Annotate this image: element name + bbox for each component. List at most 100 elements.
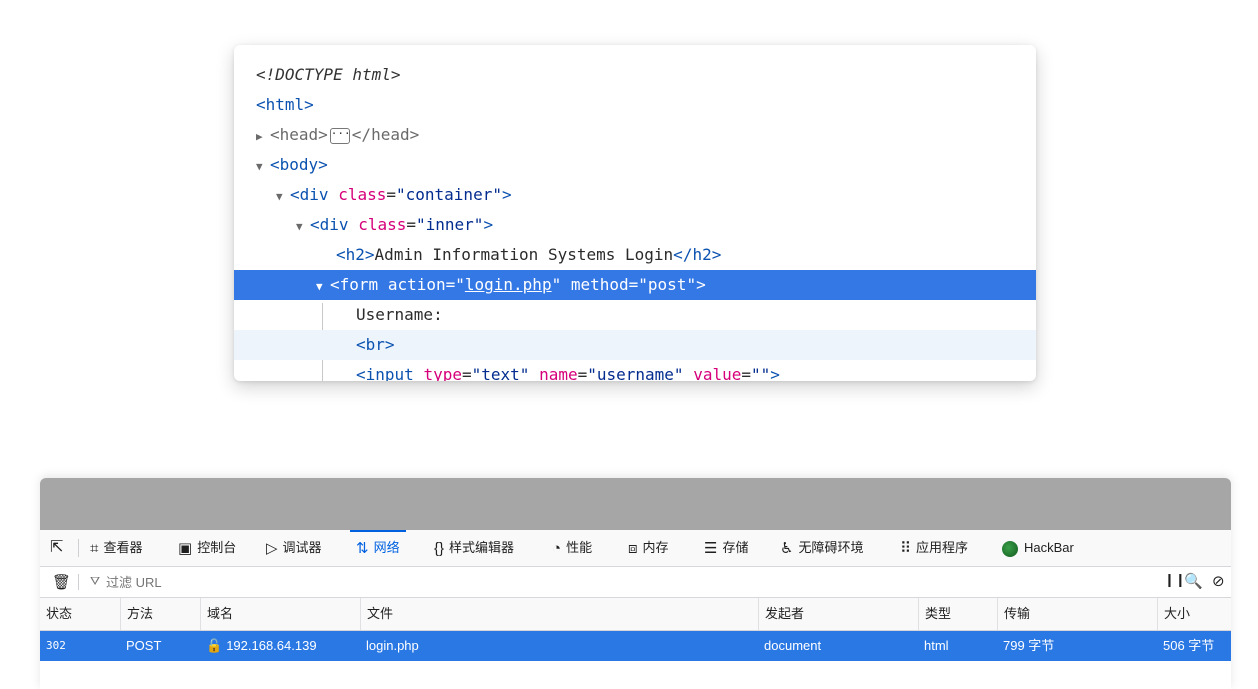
br-node[interactable]: <br> <box>234 330 1036 360</box>
tab-accessibility[interactable]: ♿ 无障碍环境 <box>780 530 863 566</box>
form-open: form <box>339 275 379 294</box>
tab-label: 应用程序 <box>916 540 969 555</box>
column-domain[interactable]: 域名 <box>200 598 360 630</box>
column-size[interactable]: 大小 <box>1157 598 1231 630</box>
attr-name: class <box>358 215 407 234</box>
attr-value: "post" <box>638 275 697 294</box>
attr-name: action <box>387 275 446 294</box>
tab-inspector[interactable]: ⌗ 查看器 <box>90 530 142 566</box>
attr-name: method <box>570 275 629 294</box>
collapse-triangle-icon[interactable]: ▼ <box>276 182 290 212</box>
text-node[interactable]: Username: <box>234 300 1036 330</box>
row-size: 506 字节 <box>1163 638 1215 653</box>
head-open: <head> <box>270 125 328 144</box>
tab-label: HackBar <box>1024 540 1074 555</box>
tab-label: 性能 <box>566 540 593 555</box>
tab-label: 样式编辑器 <box>449 540 515 555</box>
row-initiator: document <box>764 638 822 653</box>
accessibility-icon: ♿ <box>780 539 794 557</box>
body-node[interactable]: ▼ <body> <box>234 150 1036 180</box>
table-row[interactable]: 302 POST 🔓 192.168.64.139 login.php docum… <box>40 631 1231 661</box>
tab-label: 存储 <box>722 540 749 555</box>
hackbar-icon <box>1002 540 1018 557</box>
row-transferred: 799 字节 <box>1003 638 1055 653</box>
tab-performance[interactable]: ◔ 性能 <box>552 530 592 566</box>
input-tag: input <box>365 365 414 381</box>
divider <box>78 539 79 557</box>
html-open: <html> <box>256 95 314 114</box>
memory-icon: ⧈ <box>628 539 638 557</box>
input-node[interactable]: <input type="text" name="username" value… <box>234 360 1036 381</box>
body-open: <body> <box>270 155 328 174</box>
application-icon: ⠿ <box>900 539 911 557</box>
tab-label: 查看器 <box>103 540 143 555</box>
form-action-link[interactable]: login.php <box>465 275 552 294</box>
attr-name: class <box>338 185 387 204</box>
block-icon[interactable]: ⊘ <box>1212 572 1225 590</box>
head-node[interactable]: ▶ <head> ···</head> <box>234 120 1036 150</box>
doctype-node[interactable]: <!DOCTYPE html> <box>234 60 1036 90</box>
debugger-icon: ▷ <box>266 539 278 557</box>
divider <box>78 574 79 590</box>
column-type[interactable]: 类型 <box>918 598 997 630</box>
doctype-text: <!DOCTYPE html> <box>256 65 401 84</box>
row-file: login.php <box>366 638 419 653</box>
trash-icon[interactable]: 🗑 <box>52 573 71 591</box>
tab-storage[interactable]: ☰ 存储 <box>704 530 748 566</box>
tab-label: 调试器 <box>282 540 322 555</box>
attr-value: "username" <box>587 365 684 381</box>
performance-icon: ◔ <box>552 539 562 557</box>
h2-close: /h2 <box>682 245 712 264</box>
row-domain: 192.168.64.139 <box>226 638 317 653</box>
tab-console[interactable]: ▣ 控制台 <box>178 530 236 566</box>
html-node[interactable]: <html> <box>234 90 1036 120</box>
search-icon[interactable]: 🔍 <box>1184 572 1203 590</box>
inspector-icon: ⌗ <box>90 539 99 557</box>
collapse-triangle-icon[interactable]: ▼ <box>316 272 330 302</box>
network-table-header: 状态 方法 域名 文件 发起者 类型 传输 大小 <box>40 598 1231 631</box>
column-status[interactable]: 状态 <box>40 598 120 630</box>
ellipsis-button[interactable]: ··· <box>329 127 351 144</box>
collapse-triangle-icon[interactable]: ▼ <box>296 212 310 242</box>
tab-hackbar[interactable]: HackBar <box>1002 530 1074 566</box>
row-type: html <box>924 638 949 653</box>
tab-label: 网络 <box>373 540 400 555</box>
attr-name: name <box>539 365 578 381</box>
storage-icon: ☰ <box>704 539 718 557</box>
attr-name: type <box>423 365 462 381</box>
style-editor-icon: {} <box>434 539 445 557</box>
h2-node[interactable]: <h2>Admin Information Systems Login</h2> <box>234 240 1036 270</box>
row-status: 302 <box>46 639 66 652</box>
attr-value: "" <box>751 365 771 381</box>
username-text: Username: <box>356 305 443 324</box>
h2-text: Admin Information Systems Login <box>374 245 674 264</box>
tab-label: 无障碍环境 <box>798 540 864 555</box>
div-inner-node[interactable]: ▼ <div class="inner"> <box>234 210 1036 240</box>
pause-icon[interactable]: ❙❙ <box>1164 572 1186 588</box>
form-node-selected[interactable]: ▼ <form action="login.php" method="post"> <box>234 270 1036 300</box>
filter-url-input[interactable] <box>88 572 406 592</box>
column-file[interactable]: 文件 <box>360 598 758 630</box>
element-picker-icon[interactable]: ⇱ <box>50 538 70 558</box>
page-area-placeholder <box>40 478 1231 530</box>
column-transferred[interactable]: 传输 <box>997 598 1157 630</box>
expand-triangle-icon[interactable]: ▶ <box>256 122 270 152</box>
div-container-node[interactable]: ▼ <div class="container"> <box>234 180 1036 210</box>
head-close: </head> <box>351 125 420 144</box>
tab-style-editor[interactable]: {} 样式编辑器 <box>434 530 514 566</box>
attr-value: "text" <box>471 365 530 381</box>
tab-network[interactable]: ⇅ 网络 <box>350 530 406 566</box>
tab-application[interactable]: ⠿ 应用程序 <box>900 530 968 566</box>
devtools-tabbar: ⇱ ⌗ 查看器 ▣ 控制台 ▷ 调试器 ⇅ 网络 {} 样式编辑器 ◔ 性能 ⧈ 内存 ☰ 存储… <box>40 530 1231 567</box>
tab-label: 内存 <box>642 540 669 555</box>
network-filter-bar: 🗑 ⛛ ❙❙ 🔍 ⊘ <box>40 567 1231 598</box>
tab-debugger[interactable]: ▷ 调试器 <box>266 530 322 566</box>
console-icon: ▣ <box>178 539 193 557</box>
column-method[interactable]: 方法 <box>120 598 200 630</box>
network-icon: ⇅ <box>356 539 369 557</box>
tab-memory[interactable]: ⧈ 内存 <box>628 530 669 566</box>
column-initiator[interactable]: 发起者 <box>758 598 918 630</box>
attr-value: "container" <box>396 185 502 204</box>
div-open: <div <box>310 215 349 234</box>
collapse-triangle-icon[interactable]: ▼ <box>256 152 270 182</box>
